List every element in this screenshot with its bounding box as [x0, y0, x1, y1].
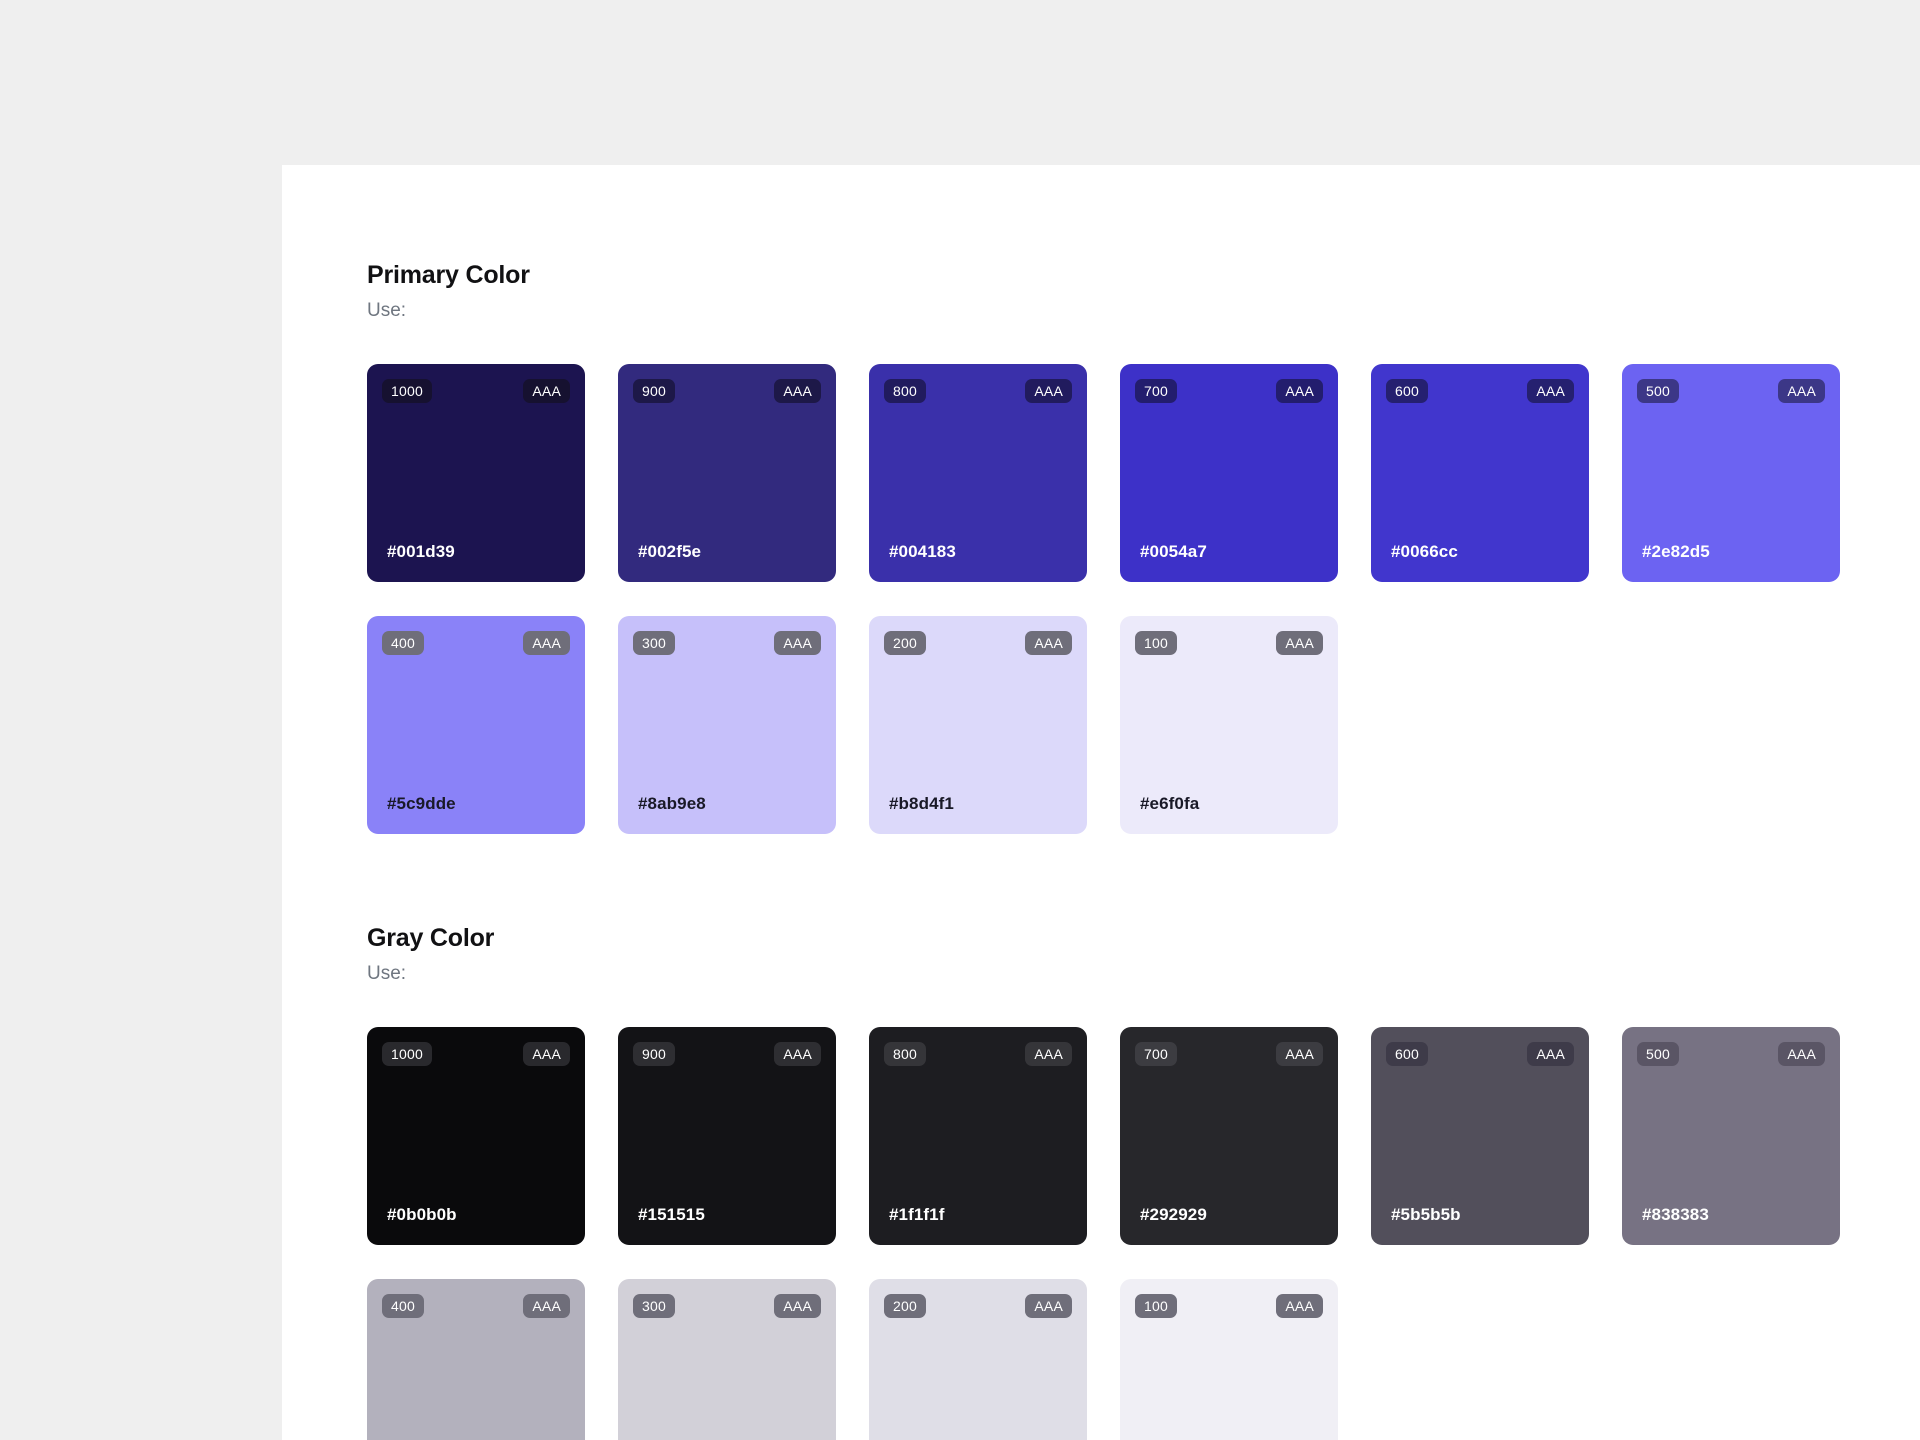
hex-code-label: #0054a7 [1140, 542, 1207, 562]
scale-badge: 600 [1386, 1042, 1428, 1066]
contrast-aaa-badge: AAA [523, 1042, 570, 1066]
contrast-aaa-badge: AAA [1276, 1294, 1323, 1318]
hex-code-label: #2e82d5 [1642, 542, 1710, 562]
scale-badge: 1000 [382, 1042, 432, 1066]
color-swatch-600[interactable]: 600 AAA #0066cc [1371, 364, 1589, 582]
scale-badge: 900 [633, 1042, 675, 1066]
contrast-aaa-badge: AAA [1025, 1042, 1072, 1066]
color-swatch-500[interactable]: 500 AAA #838383 [1622, 1027, 1840, 1245]
color-section-gray-color: Gray Color Use: 1000 AAA #0b0b0b 900 AAA… [367, 924, 1920, 1440]
hex-code-label: #5b5b5b [1391, 1205, 1461, 1225]
color-swatch-800[interactable]: 800 AAA #1f1f1f [869, 1027, 1087, 1245]
contrast-aaa-badge: AAA [1025, 631, 1072, 655]
scale-badge: 200 [884, 1294, 926, 1318]
color-swatch-900[interactable]: 900 AAA #151515 [618, 1027, 836, 1245]
hex-code-label: #5c9dde [387, 794, 456, 814]
swatch-grid: 1000 AAA #0b0b0b 900 AAA #151515 800 AAA… [367, 1027, 1841, 1440]
scale-badge: 300 [633, 631, 675, 655]
color-swatch-400[interactable]: 400 AAA #aaaaaa [367, 1279, 585, 1440]
hex-code-label: #002f5e [638, 542, 701, 562]
color-swatch-1000[interactable]: 1000 AAA #0b0b0b [367, 1027, 585, 1245]
contrast-aaa-badge: AAA [774, 1042, 821, 1066]
color-swatch-200[interactable]: 200 AAA #b8d4f1 [869, 616, 1087, 834]
content-panel: Primary Color Use: 1000 AAA #001d39 900 … [282, 165, 1920, 1440]
hex-code-label: #292929 [1140, 1205, 1207, 1225]
contrast-aaa-badge: AAA [1276, 1042, 1323, 1066]
contrast-aaa-badge: AAA [1025, 1294, 1072, 1318]
contrast-aaa-badge: AAA [1778, 379, 1825, 403]
color-swatch-600[interactable]: 600 AAA #5b5b5b [1371, 1027, 1589, 1245]
contrast-aaa-badge: AAA [1025, 379, 1072, 403]
hex-code-label: #1f1f1f [889, 1205, 945, 1225]
color-section-primary-color: Primary Color Use: 1000 AAA #001d39 900 … [367, 261, 1920, 834]
section-subtitle: Use: [367, 300, 1920, 322]
scale-badge: 800 [884, 1042, 926, 1066]
page-canvas: Primary Color Use: 1000 AAA #001d39 900 … [0, 0, 1920, 1440]
color-swatch-400[interactable]: 400 AAA #5c9dde [367, 616, 585, 834]
hex-code-label: #b8d4f1 [889, 794, 954, 814]
color-swatch-1000[interactable]: 1000 AAA #001d39 [367, 364, 585, 582]
color-swatch-500[interactable]: 500 AAA #2e82d5 [1622, 364, 1840, 582]
contrast-aaa-badge: AAA [1778, 1042, 1825, 1066]
scale-badge: 900 [633, 379, 675, 403]
swatch-grid: 1000 AAA #001d39 900 AAA #002f5e 800 AAA… [367, 364, 1841, 834]
color-swatch-900[interactable]: 900 AAA #002f5e [618, 364, 836, 582]
hex-code-label: #0b0b0b [387, 1205, 457, 1225]
hex-code-label: #004183 [889, 542, 956, 562]
color-swatch-300[interactable]: 300 AAA #8ab9e8 [618, 616, 836, 834]
section-title: Primary Color [367, 261, 1920, 290]
scale-badge: 100 [1135, 631, 1177, 655]
contrast-aaa-badge: AAA [774, 631, 821, 655]
color-swatch-300[interactable]: 300 AAA #d2d2d2 [618, 1279, 836, 1440]
color-guide-content: Primary Color Use: 1000 AAA #001d39 900 … [282, 165, 1920, 1440]
color-swatch-800[interactable]: 800 AAA #004183 [869, 364, 1087, 582]
scale-badge: 300 [633, 1294, 675, 1318]
hex-code-label: #001d39 [387, 542, 455, 562]
color-swatch-200[interactable]: 200 AAA #fafafa [869, 1279, 1087, 1440]
scale-badge: 700 [1135, 1042, 1177, 1066]
contrast-aaa-badge: AAA [774, 1294, 821, 1318]
contrast-aaa-badge: AAA [523, 379, 570, 403]
hex-code-label: #151515 [638, 1205, 705, 1225]
scale-badge: 600 [1386, 379, 1428, 403]
hex-code-label: #8ab9e8 [638, 794, 706, 814]
color-swatch-100[interactable]: 100 AAA #ffffff [1120, 1279, 1338, 1440]
contrast-aaa-badge: AAA [774, 379, 821, 403]
section-title: Gray Color [367, 924, 1920, 953]
contrast-aaa-badge: AAA [523, 1294, 570, 1318]
color-swatch-100[interactable]: 100 AAA #e6f0fa [1120, 616, 1338, 834]
hex-code-label: #838383 [1642, 1205, 1709, 1225]
contrast-aaa-badge: AAA [523, 631, 570, 655]
scale-badge: 1000 [382, 379, 432, 403]
scale-badge: 700 [1135, 379, 1177, 403]
scale-badge: 400 [382, 1294, 424, 1318]
contrast-aaa-badge: AAA [1276, 631, 1323, 655]
contrast-aaa-badge: AAA [1527, 1042, 1574, 1066]
section-subtitle: Use: [367, 963, 1920, 985]
scale-badge: 800 [884, 379, 926, 403]
color-swatch-700[interactable]: 700 AAA #292929 [1120, 1027, 1338, 1245]
scale-badge: 100 [1135, 1294, 1177, 1318]
scale-badge: 200 [884, 631, 926, 655]
scale-badge: 500 [1637, 1042, 1679, 1066]
contrast-aaa-badge: AAA [1527, 379, 1574, 403]
scale-badge: 400 [382, 631, 424, 655]
scale-badge: 500 [1637, 379, 1679, 403]
hex-code-label: #e6f0fa [1140, 794, 1199, 814]
color-swatch-700[interactable]: 700 AAA #0054a7 [1120, 364, 1338, 582]
hex-code-label: #0066cc [1391, 542, 1458, 562]
contrast-aaa-badge: AAA [1276, 379, 1323, 403]
